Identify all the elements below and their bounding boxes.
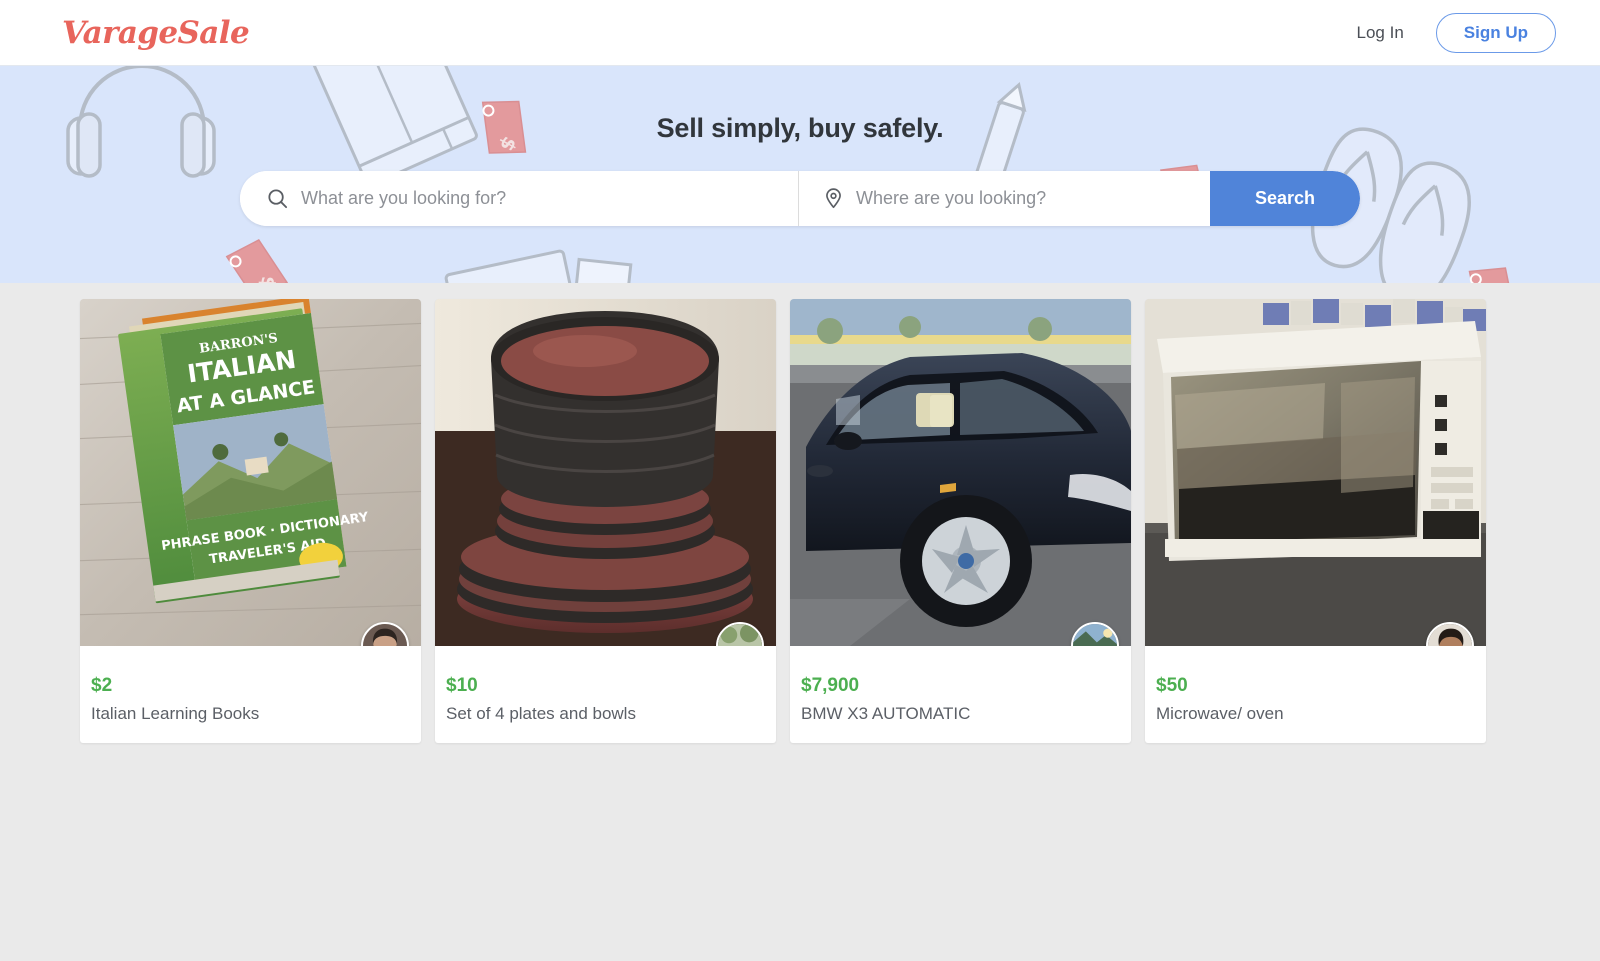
hero-tagline: Sell simply, buy safely. [656,113,944,143]
listing-card-grid: BARRON'S ITALIAN AT A GLANCE PHRASE BOOK… [80,299,1486,743]
listing-card[interactable]: BARRON'S ITALIAN AT A GLANCE PHRASE BOOK… [80,299,421,743]
listing-image[interactable] [1145,299,1486,646]
search-icon [266,187,289,210]
listing-image[interactable]: BARRON'S ITALIAN AT A GLANCE PHRASE BOOK… [80,299,421,646]
listing-title: Microwave/ oven [1156,703,1284,723]
listing-image[interactable] [435,299,776,646]
search-input[interactable] [301,188,776,209]
listing-title: BMW X3 AUTOMATIC [801,703,971,723]
listings-section: BARRON'S ITALIAN AT A GLANCE PHRASE BOOK… [0,283,1600,961]
site-header: VarageSale Log In Sign Up [0,0,1600,66]
listing-info: $10 Set of 4 plates and bowls [435,646,776,743]
location-pin-icon [823,187,844,210]
hero-section: $ [0,66,1600,283]
listing-card[interactable]: $10 Set of 4 plates and bowls [435,299,776,743]
listing-card[interactable]: $7,900 BMW X3 AUTOMATIC [790,299,1131,743]
search-button[interactable]: Search [1210,171,1360,226]
listing-price: $2 [91,675,113,696]
listing-title: Italian Learning Books [91,703,260,723]
listing-price: $7,900 [801,675,860,696]
search-query-field[interactable] [240,171,798,226]
location-input[interactable] [856,188,1188,209]
log-in-button[interactable]: Log In [1357,23,1404,43]
listing-info: $7,900 BMW X3 AUTOMATIC [790,646,1131,743]
listing-image[interactable] [790,299,1131,646]
listing-card[interactable]: $50 Microwave/ oven [1145,299,1486,743]
header-actions: Log In Sign Up [1357,12,1556,53]
sign-up-button[interactable]: Sign Up [1435,12,1556,53]
search-bar: Search [240,171,1360,226]
listing-info: $50 Microwave/ oven [1145,646,1486,743]
varagesale-logo[interactable]: VarageSale [62,15,250,51]
listing-title: Set of 4 plates and bowls [446,703,636,723]
listing-price: $50 [1156,675,1188,696]
listing-info: $2 Italian Learning Books [80,646,421,743]
listing-price: $10 [446,675,478,696]
search-location-field[interactable] [798,171,1210,226]
